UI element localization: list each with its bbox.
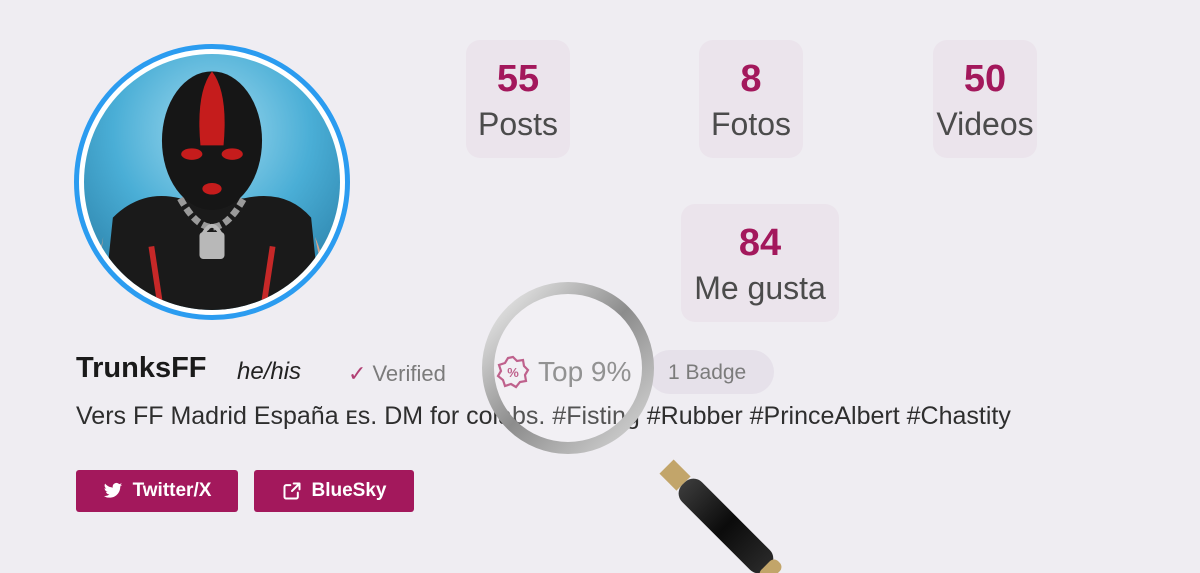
stat-videos-value: 50 bbox=[963, 58, 1007, 100]
stat-videos[interactable]: 50 Videos bbox=[933, 40, 1037, 158]
stat-fotos-value: 8 bbox=[740, 58, 762, 100]
verified-label: ✓ Verified bbox=[348, 361, 446, 387]
twitter-button[interactable]: Twitter/X bbox=[76, 470, 238, 512]
checkmark-icon: ✓ bbox=[348, 361, 367, 386]
stat-likes[interactable]: 84 Me gusta bbox=[681, 204, 839, 322]
stat-videos-label: Videos bbox=[936, 106, 1034, 142]
stat-posts[interactable]: 55 Posts bbox=[466, 40, 570, 158]
bluesky-button[interactable]: BlueSky bbox=[254, 470, 414, 512]
external-link-icon bbox=[283, 482, 300, 500]
svg-text:%: % bbox=[507, 365, 519, 380]
stat-fotos-label: Fotos bbox=[710, 106, 792, 142]
username: TrunksFF bbox=[76, 352, 207, 384]
profile-bio: Vers FF Madrid España ᴇs. DM for colabs.… bbox=[76, 402, 1011, 430]
avatar-image bbox=[84, 54, 340, 310]
stat-posts-value: 55 bbox=[496, 58, 540, 100]
twitter-icon bbox=[103, 482, 122, 498]
twitter-label: Twitter/X bbox=[132, 480, 212, 501]
badge-count-text: 1 Badge bbox=[668, 361, 747, 384]
top-percent-text: Top 9% bbox=[538, 356, 632, 387]
pronouns: he/his bbox=[237, 358, 302, 385]
verified-text: Verified bbox=[372, 361, 446, 386]
avatar[interactable] bbox=[74, 44, 350, 320]
bluesky-label: BlueSky bbox=[311, 480, 387, 501]
stat-likes-value: 84 bbox=[738, 222, 782, 264]
stat-likes-label: Me gusta bbox=[694, 270, 826, 306]
stat-posts-label: Posts bbox=[477, 106, 559, 142]
badge-icon: % bbox=[496, 355, 530, 389]
badge-count-pill[interactable]: 1 Badge bbox=[648, 350, 774, 394]
stat-fotos[interactable]: 8 Fotos bbox=[699, 40, 803, 158]
